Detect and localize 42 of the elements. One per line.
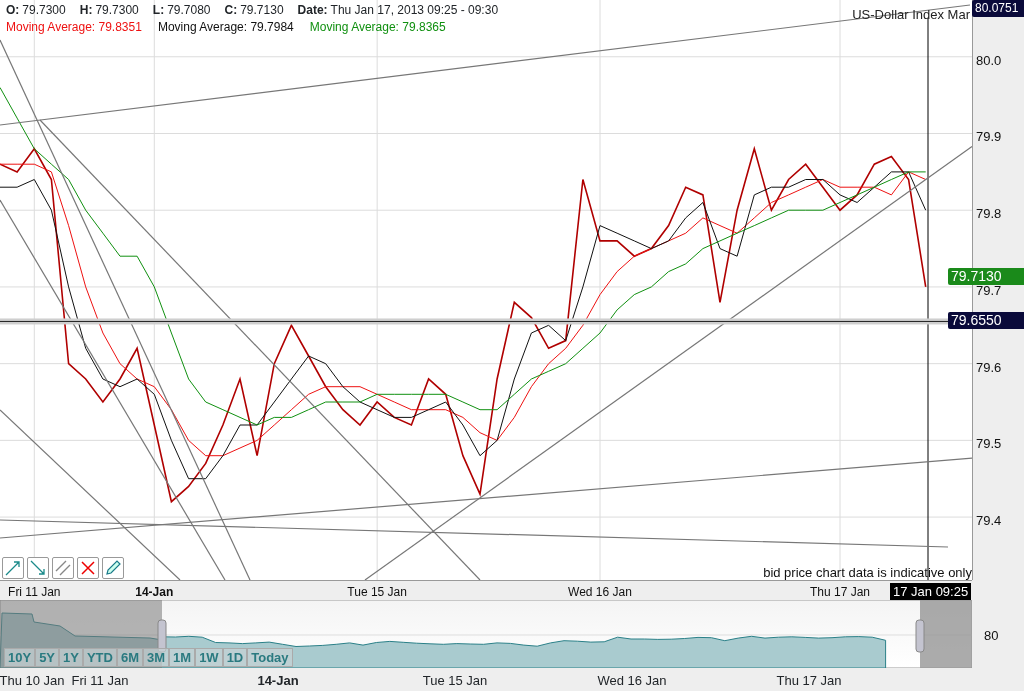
range-button[interactable]: 10Y	[4, 648, 36, 667]
axis-label: 79.5	[976, 436, 1002, 452]
axis-label: 79.6	[976, 359, 1002, 375]
axis-label: 14-Jan	[257, 672, 299, 690]
axis-label: Wed 16 Jan	[568, 585, 632, 599]
date-readout: Date: Thu Jan 17, 2013 09:25 - 09:30	[297, 2, 499, 19]
range-button[interactable]: 1W	[195, 648, 223, 667]
axis-label: Fri 11 Jan	[71, 672, 129, 690]
price-readout: C: 79.7130	[224, 2, 284, 19]
cursor-date-label: 17 Jan 09:25	[890, 583, 972, 600]
axis-label: 79.7	[976, 282, 1002, 298]
price-label: 79.6550	[948, 312, 1024, 330]
axis-label: 79.9	[976, 129, 1002, 145]
range-button[interactable]: 3M	[143, 648, 170, 667]
chart-title: US-Dollar Index Mar	[852, 6, 970, 24]
axis-label: Wed 16 Jan	[597, 672, 667, 690]
range-button[interactable]: 1D	[222, 648, 248, 667]
axis-label: 79.4	[976, 513, 1002, 529]
disclaimer-text: bid price chart data is indicative only	[763, 564, 972, 582]
axis-label: 79.8	[976, 206, 1002, 222]
moving-average-readout: Moving Average: 79.8351	[6, 19, 142, 36]
axis-label: 80	[984, 628, 999, 643]
axis-label: Thu 10 Jan	[0, 672, 65, 690]
moving-average-readout: Moving Average: 79.7984	[157, 19, 294, 36]
axis-label: Thu 17 Jan	[776, 672, 842, 690]
axis-label: Fri 11 Jan	[8, 585, 61, 599]
range-button[interactable]: 5Y	[35, 648, 60, 667]
range-button[interactable]: 6M	[116, 648, 143, 667]
axis-label: Tue 15 Jan	[347, 585, 407, 599]
price-label: 80.0751	[972, 0, 1024, 17]
moving-average-readout: Moving Average: 79.8365	[309, 19, 446, 36]
price-readout: O: 79.7300	[6, 2, 66, 19]
range-button[interactable]: YTD	[82, 648, 117, 667]
axis-label: 14-Jan	[135, 585, 174, 599]
axis-label: Tue 15 Jan	[422, 672, 488, 690]
axis-label: Thu 17 Jan	[810, 585, 870, 599]
price-readout: L: 79.7080	[152, 2, 211, 19]
range-button[interactable]: Today	[247, 648, 293, 667]
range-button[interactable]: 1Y	[59, 648, 83, 667]
price-readout: H: 79.7300	[79, 2, 139, 19]
range-button[interactable]: 1M	[169, 648, 196, 667]
axis-label: 80.0	[976, 52, 1002, 68]
